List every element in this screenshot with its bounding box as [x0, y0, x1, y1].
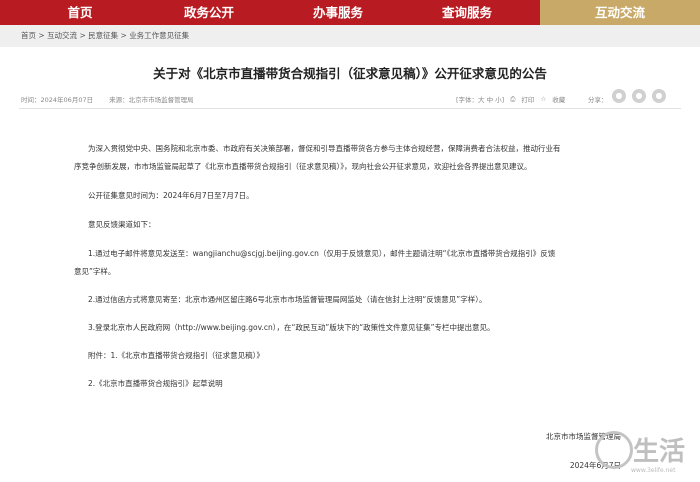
share-label: 分享：: [588, 96, 608, 104]
qq-icon[interactable]: ●: [652, 89, 666, 103]
watermark-logo: 生活 www.3elife.net: [593, 425, 700, 482]
breadcrumb-home[interactable]: 首页: [21, 31, 36, 40]
nav-item-query[interactable]: 查询服务: [413, 0, 521, 25]
weibo-icon[interactable]: ●: [632, 89, 646, 103]
paragraph-2: 公开征集意见时间为：2024年6月7日至7月7日。: [88, 191, 254, 200]
favorite-button[interactable]: 收藏: [552, 94, 565, 104]
paragraph-3: 意见反馈渠道如下：: [88, 220, 156, 229]
divider: [19, 108, 681, 109]
paragraph-1-cont: 序竞争创新发展，市市场监管局起草了《北京市直播带货合规指引（征求意见稿）》，现向…: [74, 162, 532, 171]
paragraph-6: 3.登录北京市人民政府网（http://www.beijing.gov.cn），…: [88, 323, 495, 332]
star-icon[interactable]: ☆: [540, 95, 546, 103]
breadcrumb-current[interactable]: 业务工作意见征集: [129, 31, 189, 40]
watermark-text: 生活: [633, 437, 686, 467]
share-icons: ● ● ●: [612, 89, 672, 103]
paragraph-5: 2.通过信函方式将意见寄至：北京市通州区留庄路6号北京市市场监督管理局网监处（请…: [88, 295, 487, 304]
nav-item-services[interactable]: 办事服务: [284, 0, 392, 25]
nav-item-interaction[interactable]: 互动交流: [540, 0, 700, 25]
nav-item-gov-open[interactable]: 政务公开: [155, 0, 263, 25]
font-size-selector[interactable]: [字体：大 中 小]: [456, 94, 504, 104]
print-icon[interactable]: ⎙: [510, 95, 515, 104]
article-tools: [字体：大 中 小] ⎙ 打印 ☆ 收藏: [456, 94, 571, 105]
breadcrumb: 首页 > 互动交流 > 民意征集 > 业务工作意见征集: [0, 25, 700, 47]
attachment-1[interactable]: 附件：1.《北京市直播带货合规指引（征求意见稿）》: [88, 350, 264, 361]
paragraph-4-cont: 意见”字样。: [74, 267, 116, 276]
attachment-2[interactable]: 2.《北京市直播带货合规指引》起草说明: [88, 378, 223, 389]
publish-date: 时间：2024年06月07日: [21, 96, 94, 104]
breadcrumb-opinion[interactable]: 民意征集: [88, 31, 118, 40]
watermark-circle-icon: [595, 431, 633, 469]
breadcrumb-interaction[interactable]: 互动交流: [47, 31, 77, 40]
article-meta: 时间：2024年06月07日 来源：北京市市场监督管理局: [21, 94, 208, 104]
top-nav: 首页 政务公开 办事服务 查询服务 互动交流: [0, 0, 700, 25]
paragraph-4: 1.通过电子邮件将意见发送至：wangjianchu@scjgj.beijing…: [88, 249, 556, 258]
print-button[interactable]: 打印: [521, 94, 534, 104]
paragraph-1: 为深入贯彻党中央、国务院和北京市委、市政府有关决策部署，督促和引导直播带货各方参…: [88, 144, 561, 153]
article-source: 来源：北京市市场监督管理局: [109, 96, 194, 104]
page-title: 关于对《北京市直播带货合规指引（征求意见稿）》公开征求意见的公告: [153, 66, 547, 81]
nav-item-home[interactable]: 首页: [26, 0, 134, 25]
watermark-url: www.3elife.net: [631, 467, 676, 474]
wechat-icon[interactable]: ●: [612, 89, 626, 103]
